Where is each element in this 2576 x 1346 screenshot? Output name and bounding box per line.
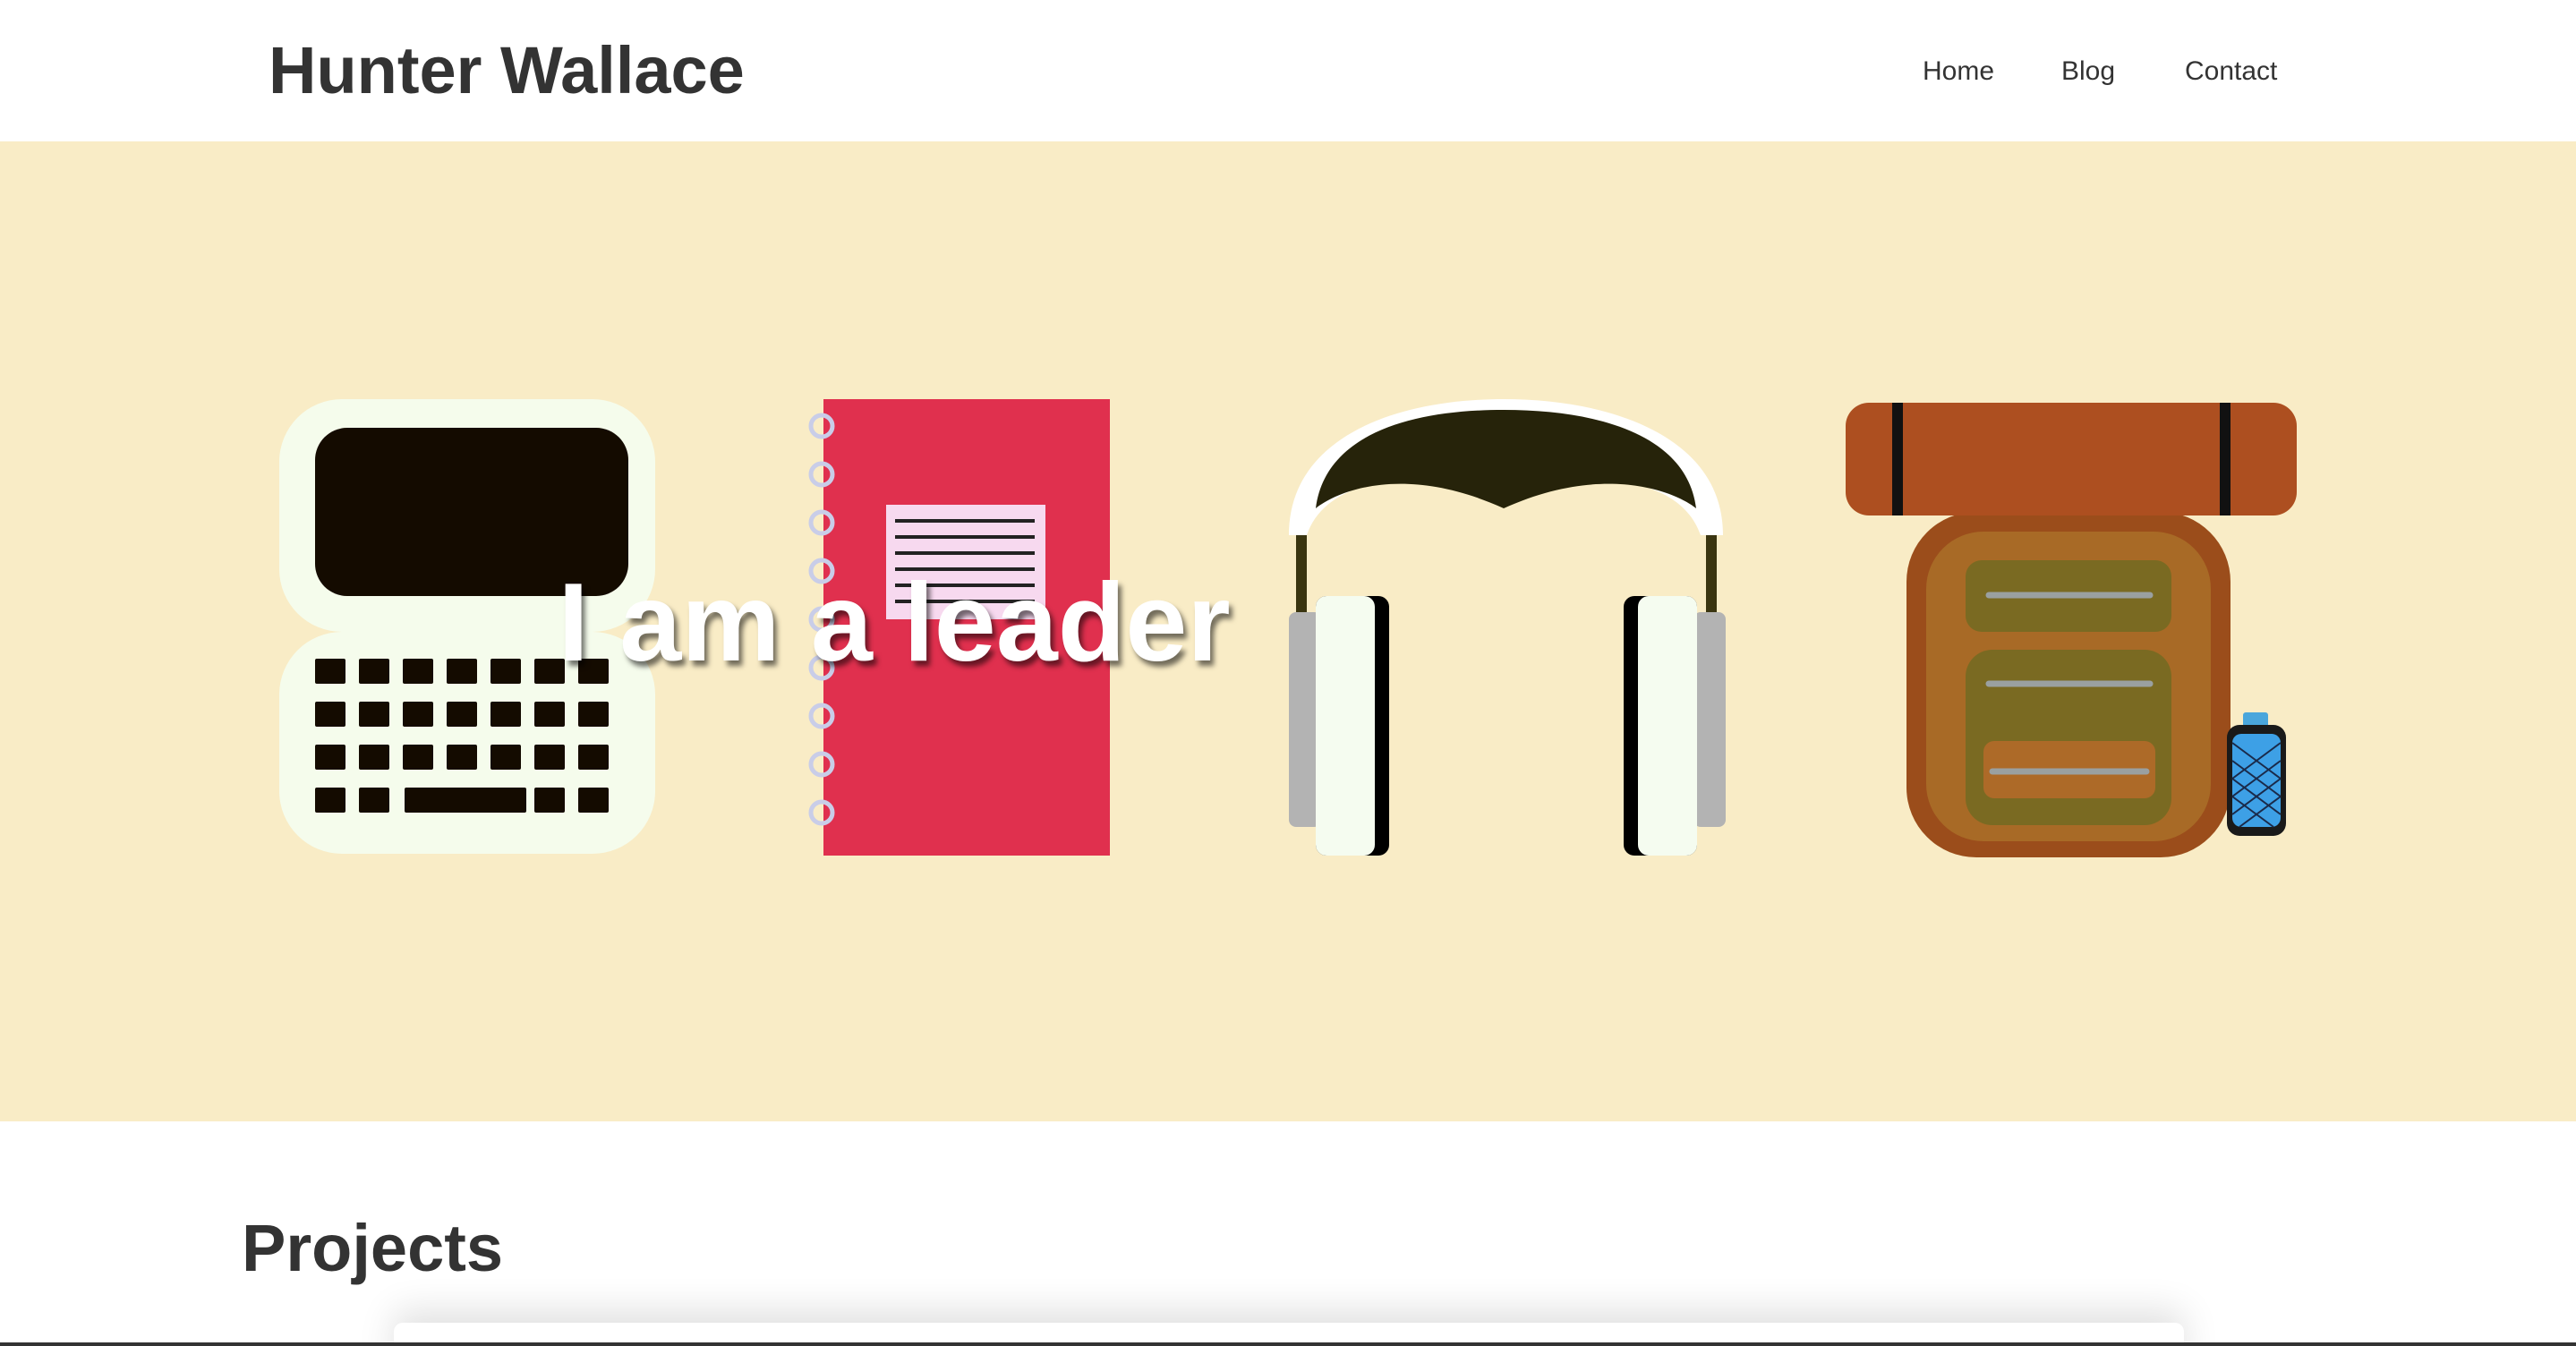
page: Hunter Wallace Home Blog Contact I am a … — [0, 0, 2576, 1346]
hero-headline: I am a leader — [558, 561, 1231, 685]
nav-link-contact[interactable]: Contact — [2185, 52, 2277, 91]
site-header: Hunter Wallace Home Blog Contact — [0, 0, 2576, 141]
hero-headline-wrap: I am a leader — [0, 560, 2576, 686]
hero-banner: I am a leader — [0, 141, 2576, 1121]
projects-heading: Projects — [242, 1211, 504, 1285]
nav-link-blog[interactable]: Blog — [2061, 52, 2115, 91]
site-title-link[interactable]: Hunter Wallace — [269, 30, 745, 111]
window-bottom-edge — [0, 1342, 2576, 1346]
nav-link-home[interactable]: Home — [1923, 52, 1994, 91]
